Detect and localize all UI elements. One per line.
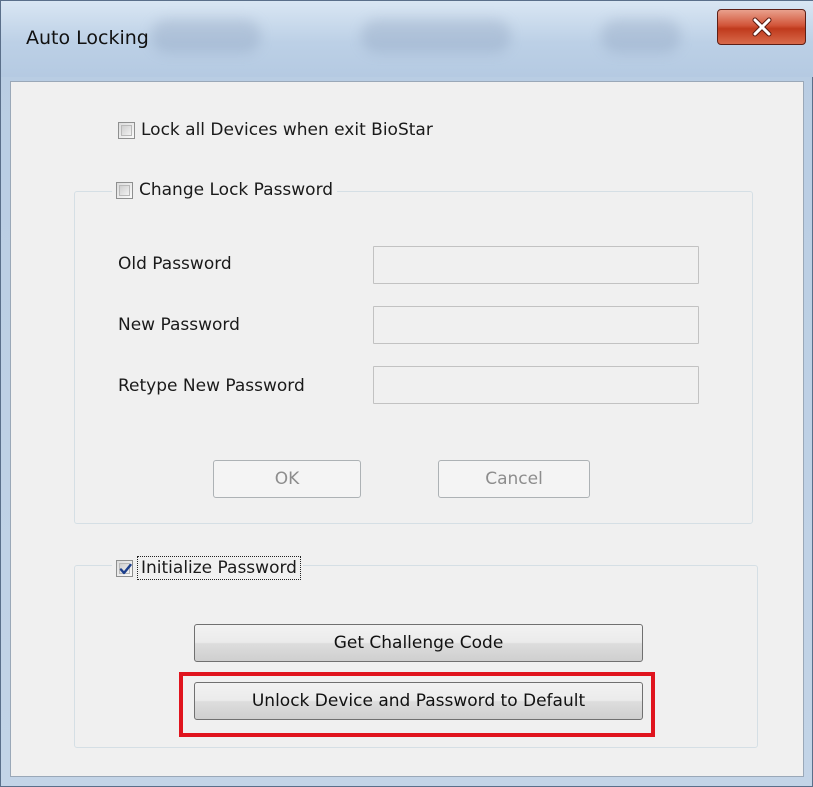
initialize-password-checkbox[interactable] bbox=[116, 559, 133, 577]
cancel-button[interactable]: Cancel bbox=[438, 460, 590, 498]
window-title: Auto Locking bbox=[26, 27, 149, 49]
old-password-label: Old Password bbox=[118, 254, 232, 274]
retype-password-field[interactable] bbox=[373, 366, 699, 404]
title-bar-background-blur bbox=[601, 19, 681, 53]
new-password-field[interactable] bbox=[373, 306, 699, 344]
auto-locking-dialog: Auto Locking Lock all Devices when exit … bbox=[0, 0, 813, 787]
new-password-label: New Password bbox=[118, 315, 240, 335]
change-password-row[interactable]: Change Lock Password bbox=[112, 180, 338, 200]
lock-all-label: Lock all Devices when exit BioStar bbox=[141, 120, 433, 140]
initialize-password-row[interactable]: Initialize Password bbox=[112, 556, 303, 580]
close-icon bbox=[751, 17, 773, 37]
close-button[interactable] bbox=[717, 9, 806, 45]
title-bar[interactable]: Auto Locking bbox=[1, 1, 813, 77]
initialize-password-label: Initialize Password bbox=[137, 556, 301, 580]
lock-all-row[interactable]: Lock all Devices when exit BioStar bbox=[118, 120, 433, 140]
old-password-field[interactable] bbox=[373, 246, 699, 284]
retype-password-label: Retype New Password bbox=[118, 376, 305, 396]
highlight-box bbox=[179, 672, 655, 737]
lock-all-checkbox[interactable] bbox=[118, 121, 135, 139]
get-challenge-code-button[interactable]: Get Challenge Code bbox=[194, 624, 643, 662]
change-password-checkbox[interactable] bbox=[116, 181, 133, 199]
checkmark-icon bbox=[119, 563, 132, 574]
change-password-label: Change Lock Password bbox=[139, 180, 334, 200]
title-bar-background-blur bbox=[361, 19, 511, 53]
change-password-group bbox=[74, 191, 753, 524]
title-bar-background-blur bbox=[151, 19, 261, 53]
ok-button[interactable]: OK bbox=[213, 460, 361, 498]
